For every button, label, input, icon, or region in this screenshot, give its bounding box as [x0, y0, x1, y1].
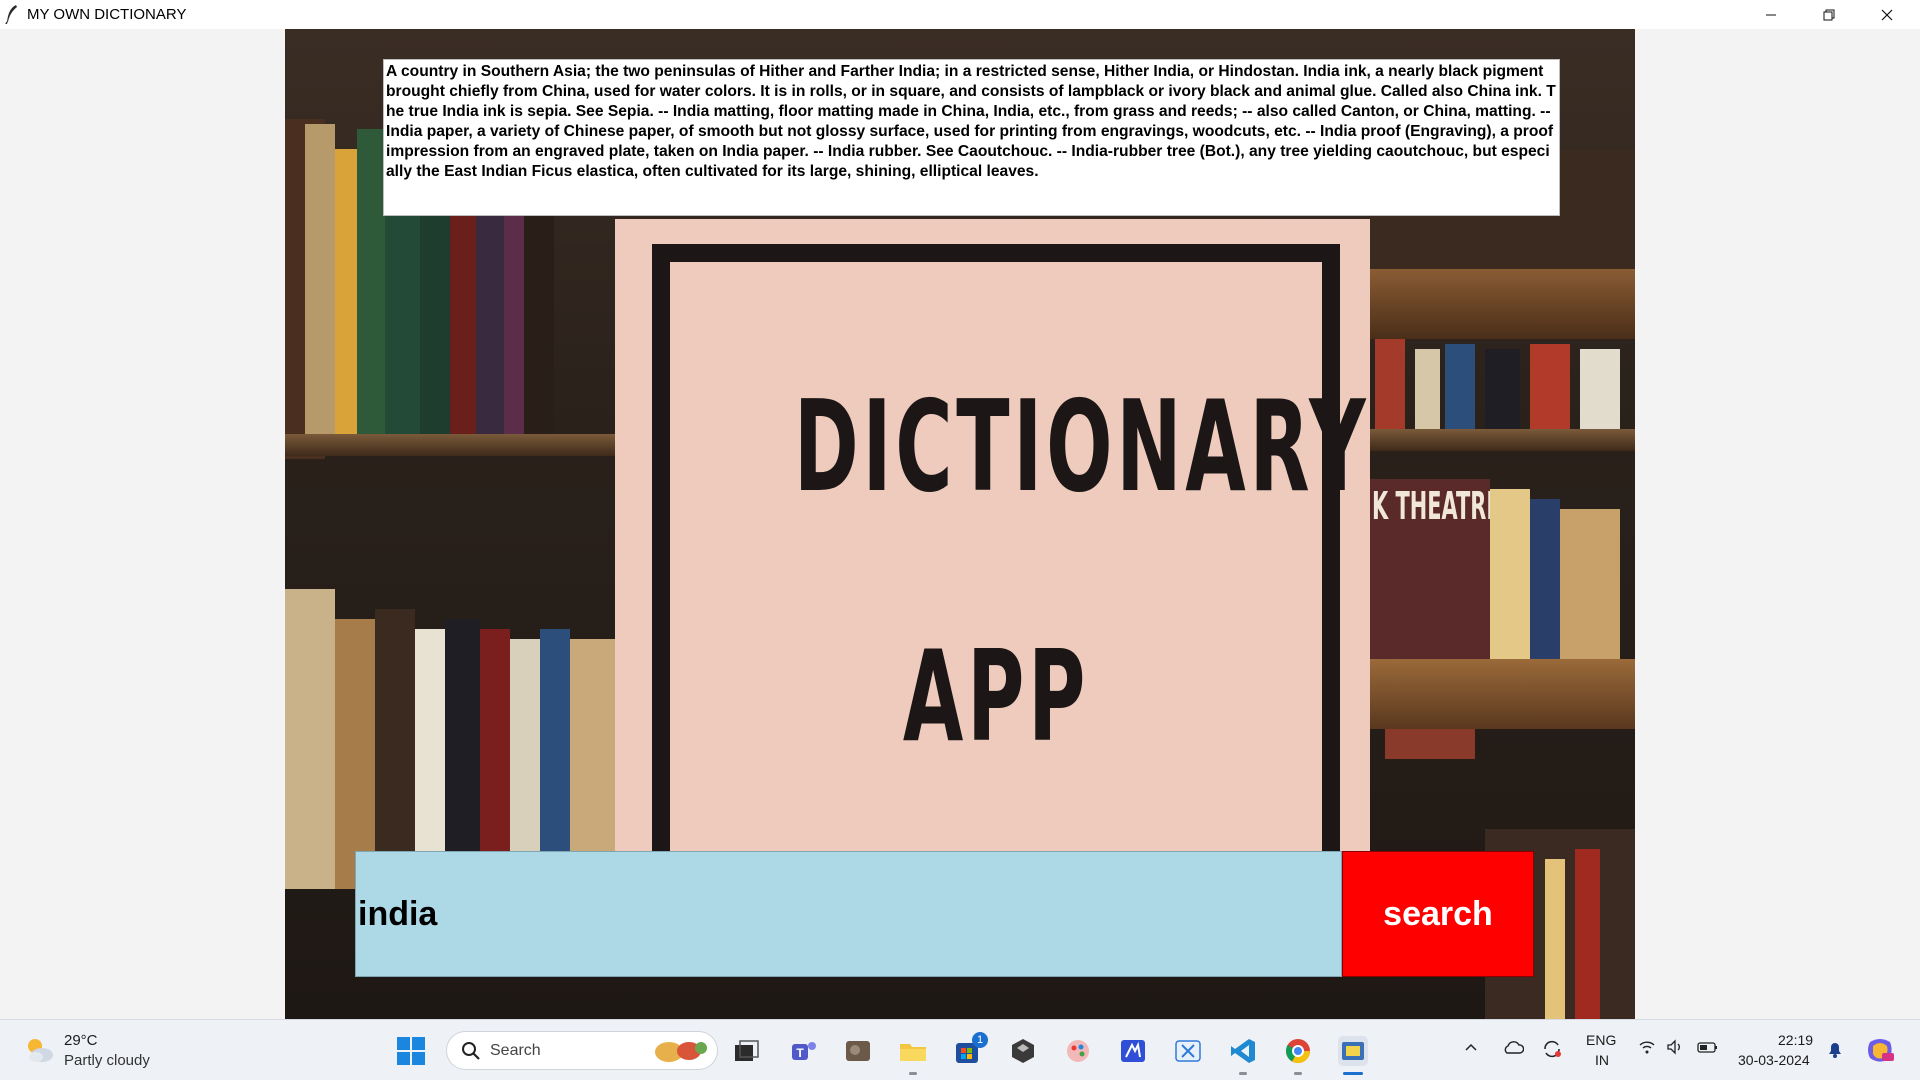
region-indicator[interactable]: IN	[1595, 1052, 1609, 1068]
notification-bell-icon[interactable]	[1826, 1039, 1844, 1059]
search-highlight-icon	[655, 1042, 707, 1062]
word-search-input[interactable]: india	[355, 851, 1342, 977]
restore-icon	[1823, 9, 1835, 20]
weather-temperature[interactable]: 29°C	[64, 1032, 98, 1049]
snipping-tool-icon[interactable]	[1173, 1036, 1203, 1066]
photos-app-icon[interactable]	[843, 1036, 873, 1066]
copilot-icon[interactable]	[1864, 1034, 1896, 1066]
taskbar: 29°C Partly cloudy Search T 1 ENG IN 22:…	[0, 1019, 1920, 1080]
python-app-icon[interactable]	[1338, 1036, 1368, 1066]
task-view-icon[interactable]	[731, 1036, 761, 1066]
clock-date[interactable]: 30-03-2024	[1738, 1052, 1810, 1068]
title-bar: MY OWN DICTIONARY	[0, 0, 1920, 29]
python-app-active-indicator	[1343, 1072, 1363, 1075]
poster-frame: DICTIONARY APP	[652, 244, 1370, 884]
search-icon	[462, 1042, 480, 1060]
restore-button[interactable]	[1800, 0, 1858, 29]
close-button[interactable]	[1858, 0, 1916, 29]
language-indicator[interactable]: ENG	[1586, 1032, 1616, 1048]
partly-cloudy-weather-icon[interactable]	[22, 1033, 56, 1067]
unity-icon[interactable]	[1008, 1036, 1038, 1066]
poster-title-line1: DICTIONARY	[793, 373, 1370, 520]
battery-icon[interactable]	[1697, 1039, 1719, 1055]
chrome-icon[interactable]	[1283, 1036, 1313, 1066]
minimize-button[interactable]	[1742, 0, 1800, 29]
windows-start-icon[interactable]	[396, 1036, 426, 1066]
vscode-running-indicator	[1239, 1072, 1247, 1075]
teams-icon[interactable]: T	[789, 1036, 819, 1066]
chrome-running-indicator	[1294, 1072, 1302, 1075]
sync-icon[interactable]	[1541, 1039, 1563, 1059]
weather-description[interactable]: Partly cloudy	[64, 1052, 150, 1069]
wifi-icon[interactable]	[1638, 1039, 1656, 1055]
power-automate-icon[interactable]	[1118, 1036, 1148, 1066]
file-explorer-icon[interactable]	[898, 1036, 928, 1066]
search-button[interactable]: search	[1342, 851, 1534, 977]
onedrive-cloud-icon[interactable]	[1502, 1039, 1524, 1055]
close-icon	[1881, 9, 1893, 20]
file-explorer-running-indicator	[909, 1072, 917, 1075]
feather-icon	[5, 5, 17, 24]
clock-time[interactable]: 22:19	[1778, 1032, 1813, 1048]
poster-title-line2: APP	[902, 623, 1090, 770]
chevron-up-icon[interactable]	[1463, 1039, 1479, 1055]
store-notification-badge: 1	[972, 1032, 988, 1048]
paint-app-icon[interactable]	[1063, 1036, 1093, 1066]
vscode-icon[interactable]	[1228, 1036, 1258, 1066]
svg-text:T: T	[796, 1046, 804, 1060]
volume-icon[interactable]	[1666, 1039, 1684, 1055]
window-title: MY OWN DICTIONARY	[27, 6, 187, 23]
taskbar-search-label: Search	[490, 1042, 541, 1059]
taskbar-search-box[interactable]: Search	[446, 1031, 718, 1070]
app-canvas: K THEATRE DICTIONARY APP A country in So…	[285, 29, 1635, 1019]
minimize-icon	[1766, 14, 1776, 15]
definition-textbox[interactable]: A country in Southern Asia; the two peni…	[383, 59, 1560, 216]
store-badge-count: 1	[976, 1034, 984, 1046]
background-book-spine-text: K THEATRE	[1372, 484, 1501, 528]
dictionary-app-poster: DICTIONARY APP	[615, 219, 1370, 884]
